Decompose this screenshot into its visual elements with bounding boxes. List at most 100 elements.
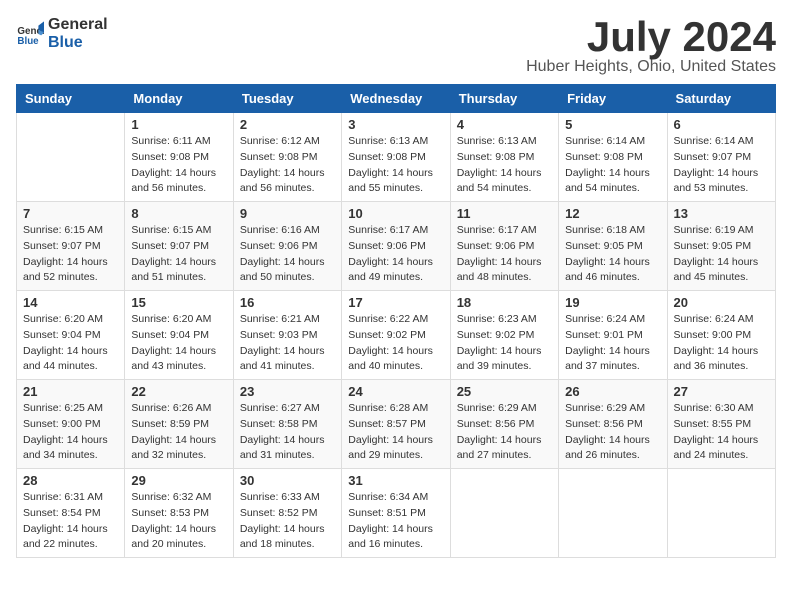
day-info: Sunrise: 6:28 AMSunset: 8:57 PMDaylight:… bbox=[348, 401, 443, 464]
calendar-week-row: 21 Sunrise: 6:25 AMSunset: 9:00 PMDayligh… bbox=[17, 380, 776, 469]
day-number: 23 bbox=[240, 384, 335, 399]
calendar-cell: 16Sunrise: 6:21 AMSunset: 9:03 PMDayligh… bbox=[233, 291, 341, 380]
day-number: 11 bbox=[457, 206, 552, 221]
calendar-cell: 21 Sunrise: 6:25 AMSunset: 9:00 PMDayligh… bbox=[17, 380, 125, 469]
calendar-cell: 9 Sunrise: 6:16 AMSunset: 9:06 PMDaylight… bbox=[233, 202, 341, 291]
weekday-header-tuesday: Tuesday bbox=[233, 85, 341, 113]
day-number: 4 bbox=[457, 117, 552, 132]
day-info: Sunrise: 6:13 AMSunset: 9:08 PMDaylight:… bbox=[348, 134, 443, 197]
day-info: Sunrise: 6:15 AMSunset: 9:07 PMDaylight:… bbox=[23, 223, 118, 286]
calendar-cell bbox=[559, 469, 667, 558]
day-number: 7 bbox=[23, 206, 118, 221]
calendar-table: SundayMondayTuesdayWednesdayThursdayFrid… bbox=[16, 84, 776, 558]
title-section: July 2024 Huber Heights, Ohio, United St… bbox=[526, 16, 776, 76]
calendar-cell: 26 Sunrise: 6:29 AMSunset: 8:56 PMDayligh… bbox=[559, 380, 667, 469]
day-number: 31 bbox=[348, 473, 443, 488]
day-number: 28 bbox=[23, 473, 118, 488]
calendar-cell: 29Sunrise: 6:32 AMSunset: 8:53 PMDayligh… bbox=[125, 469, 233, 558]
day-info: Sunrise: 6:34 AMSunset: 8:51 PMDaylight:… bbox=[348, 490, 443, 553]
weekday-header-sunday: Sunday bbox=[17, 85, 125, 113]
calendar-cell: 8Sunrise: 6:15 AMSunset: 9:07 PMDaylight… bbox=[125, 202, 233, 291]
calendar-cell: 25Sunrise: 6:29 AMSunset: 8:56 PMDayligh… bbox=[450, 380, 558, 469]
calendar-cell: 27 Sunrise: 6:30 AMSunset: 8:55 PMDayligh… bbox=[667, 380, 775, 469]
weekday-header-row: SundayMondayTuesdayWednesdayThursdayFrid… bbox=[17, 85, 776, 113]
day-number: 8 bbox=[131, 206, 226, 221]
day-number: 26 bbox=[565, 384, 660, 399]
month-year-title: July 2024 bbox=[526, 16, 776, 58]
calendar-cell: 19 Sunrise: 6:24 AMSunset: 9:01 PMDayligh… bbox=[559, 291, 667, 380]
day-info: Sunrise: 6:18 AMSunset: 9:05 PMDaylight:… bbox=[565, 223, 660, 286]
day-number: 19 bbox=[565, 295, 660, 310]
calendar-cell: 22 Sunrise: 6:26 AMSunset: 8:59 PMDayligh… bbox=[125, 380, 233, 469]
day-info: Sunrise: 6:22 AMSunset: 9:02 PMDaylight:… bbox=[348, 312, 443, 375]
calendar-cell bbox=[667, 469, 775, 558]
day-info: Sunrise: 6:20 AMSunset: 9:04 PMDaylight:… bbox=[23, 312, 118, 375]
calendar-cell: 11 Sunrise: 6:17 AMSunset: 9:06 PMDayligh… bbox=[450, 202, 558, 291]
day-info: Sunrise: 6:13 AMSunset: 9:08 PMDaylight:… bbox=[457, 134, 552, 197]
day-info: Sunrise: 6:14 AMSunset: 9:07 PMDaylight:… bbox=[674, 134, 769, 197]
day-number: 1 bbox=[131, 117, 226, 132]
logo-general-text: General bbox=[48, 16, 108, 34]
calendar-cell: 2Sunrise: 6:12 AMSunset: 9:08 PMDaylight… bbox=[233, 113, 341, 202]
logo: General Blue General Blue bbox=[16, 16, 108, 51]
calendar-cell: 20 Sunrise: 6:24 AMSunset: 9:00 PMDayligh… bbox=[667, 291, 775, 380]
day-info: Sunrise: 6:24 AMSunset: 9:01 PMDaylight:… bbox=[565, 312, 660, 375]
day-info: Sunrise: 6:26 AMSunset: 8:59 PMDaylight:… bbox=[131, 401, 226, 464]
calendar-cell: 10Sunrise: 6:17 AMSunset: 9:06 PMDayligh… bbox=[342, 202, 450, 291]
day-number: 6 bbox=[674, 117, 769, 132]
calendar-cell: 24Sunrise: 6:28 AMSunset: 8:57 PMDayligh… bbox=[342, 380, 450, 469]
day-number: 25 bbox=[457, 384, 552, 399]
day-number: 14 bbox=[23, 295, 118, 310]
weekday-header-saturday: Saturday bbox=[667, 85, 775, 113]
day-number: 22 bbox=[131, 384, 226, 399]
calendar-cell: 15 Sunrise: 6:20 AMSunset: 9:04 PMDayligh… bbox=[125, 291, 233, 380]
day-number: 3 bbox=[348, 117, 443, 132]
weekday-header-monday: Monday bbox=[125, 85, 233, 113]
logo-icon: General Blue bbox=[16, 20, 44, 48]
calendar-cell: 4 Sunrise: 6:13 AMSunset: 9:08 PMDaylight… bbox=[450, 113, 558, 202]
calendar-cell: 28 Sunrise: 6:31 AMSunset: 8:54 PMDayligh… bbox=[17, 469, 125, 558]
day-number: 18 bbox=[457, 295, 552, 310]
calendar-cell bbox=[17, 113, 125, 202]
day-info: Sunrise: 6:17 AMSunset: 9:06 PMDaylight:… bbox=[457, 223, 552, 286]
weekday-header-thursday: Thursday bbox=[450, 85, 558, 113]
weekday-header-wednesday: Wednesday bbox=[342, 85, 450, 113]
day-number: 29 bbox=[131, 473, 226, 488]
calendar-cell: 12 Sunrise: 6:18 AMSunset: 9:05 PMDayligh… bbox=[559, 202, 667, 291]
day-info: Sunrise: 6:31 AMSunset: 8:54 PMDaylight:… bbox=[23, 490, 118, 553]
day-info: Sunrise: 6:11 AMSunset: 9:08 PMDaylight:… bbox=[131, 134, 226, 197]
calendar-week-row: 7 Sunrise: 6:15 AMSunset: 9:07 PMDaylight… bbox=[17, 202, 776, 291]
day-number: 21 bbox=[23, 384, 118, 399]
day-number: 30 bbox=[240, 473, 335, 488]
day-number: 12 bbox=[565, 206, 660, 221]
day-number: 17 bbox=[348, 295, 443, 310]
calendar-cell: 14 Sunrise: 6:20 AMSunset: 9:04 PMDayligh… bbox=[17, 291, 125, 380]
calendar-cell: 3 Sunrise: 6:13 AMSunset: 9:08 PMDaylight… bbox=[342, 113, 450, 202]
calendar-cell: 18Sunrise: 6:23 AMSunset: 9:02 PMDayligh… bbox=[450, 291, 558, 380]
day-info: Sunrise: 6:16 AMSunset: 9:06 PMDaylight:… bbox=[240, 223, 335, 286]
day-number: 10 bbox=[348, 206, 443, 221]
day-number: 15 bbox=[131, 295, 226, 310]
day-number: 9 bbox=[240, 206, 335, 221]
calendar-cell: 23Sunrise: 6:27 AMSunset: 8:58 PMDayligh… bbox=[233, 380, 341, 469]
day-number: 16 bbox=[240, 295, 335, 310]
day-number: 27 bbox=[674, 384, 769, 399]
calendar-week-row: 1 Sunrise: 6:11 AMSunset: 9:08 PMDaylight… bbox=[17, 113, 776, 202]
day-info: Sunrise: 6:25 AMSunset: 9:00 PMDaylight:… bbox=[23, 401, 118, 464]
day-number: 20 bbox=[674, 295, 769, 310]
calendar-cell: 5Sunrise: 6:14 AMSunset: 9:08 PMDaylight… bbox=[559, 113, 667, 202]
calendar-cell: 31 Sunrise: 6:34 AMSunset: 8:51 PMDayligh… bbox=[342, 469, 450, 558]
calendar-cell: 7 Sunrise: 6:15 AMSunset: 9:07 PMDaylight… bbox=[17, 202, 125, 291]
day-info: Sunrise: 6:20 AMSunset: 9:04 PMDaylight:… bbox=[131, 312, 226, 375]
day-info: Sunrise: 6:19 AMSunset: 9:05 PMDaylight:… bbox=[674, 223, 769, 286]
calendar-week-row: 28 Sunrise: 6:31 AMSunset: 8:54 PMDayligh… bbox=[17, 469, 776, 558]
day-info: Sunrise: 6:29 AMSunset: 8:56 PMDaylight:… bbox=[565, 401, 660, 464]
calendar-cell bbox=[450, 469, 558, 558]
day-number: 2 bbox=[240, 117, 335, 132]
day-number: 13 bbox=[674, 206, 769, 221]
day-info: Sunrise: 6:24 AMSunset: 9:00 PMDaylight:… bbox=[674, 312, 769, 375]
logo-blue-text: Blue bbox=[48, 34, 108, 52]
day-number: 5 bbox=[565, 117, 660, 132]
day-info: Sunrise: 6:30 AMSunset: 8:55 PMDaylight:… bbox=[674, 401, 769, 464]
weekday-header-friday: Friday bbox=[559, 85, 667, 113]
